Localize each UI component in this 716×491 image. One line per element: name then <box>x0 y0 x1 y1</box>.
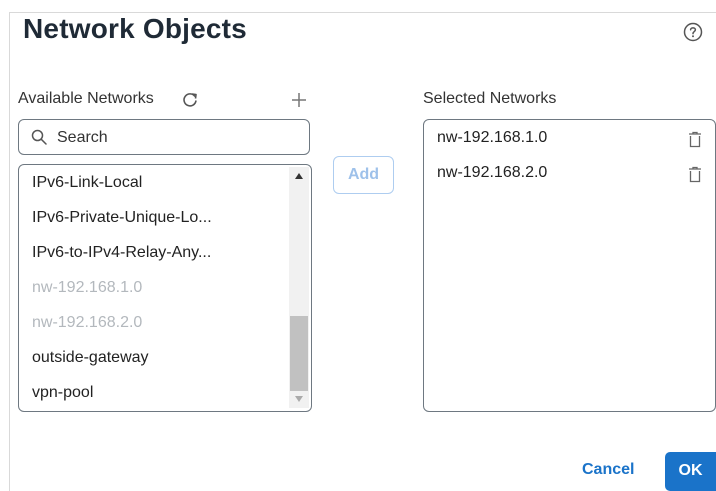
list-item-ipv6-private-unique[interactable]: IPv6-Private-Unique-Lo... <box>32 209 212 227</box>
list-item-nw-192-168-1-0: nw-192.168.1.0 <box>32 279 143 296</box>
trash-icon[interactable] <box>688 166 702 183</box>
ok-button[interactable]: OK <box>665 452 716 491</box>
scrollbar-thumb[interactable] <box>290 316 308 391</box>
search-input[interactable] <box>55 126 299 150</box>
help-circle-icon[interactable] <box>683 22 703 42</box>
list-item-ipv6-link-local[interactable]: IPv6-Link-Local <box>32 174 142 192</box>
dialog-title: Network Objects <box>23 13 247 44</box>
selected-networks-label: Selected Networks <box>423 90 557 107</box>
search-icon <box>31 129 47 145</box>
refresh-icon[interactable] <box>181 91 199 109</box>
list-item-vpn-pool[interactable]: vpn-pool <box>32 384 93 402</box>
selected-networks-list: nw-192.168.1.0 nw-192.168.2.0 <box>423 119 716 412</box>
selected-item-nw-192-168-1-0: nw-192.168.1.0 <box>437 129 548 146</box>
list-item-outside-gateway[interactable]: outside-gateway <box>32 349 149 367</box>
trash-icon[interactable] <box>688 131 702 148</box>
add-button[interactable]: Add <box>333 156 394 194</box>
list-item-nw-192-168-2-0: nw-192.168.2.0 <box>32 314 143 331</box>
dialog-left-border <box>9 12 10 491</box>
available-networks-list: IPv6-Link-Local IPv6-Private-Unique-Lo..… <box>18 164 312 412</box>
available-networks-label: Available Networks <box>18 90 154 107</box>
scroll-up-arrow-icon[interactable] <box>295 173 303 179</box>
scroll-down-arrow-icon[interactable] <box>295 396 303 402</box>
selected-item-nw-192-168-2-0: nw-192.168.2.0 <box>437 164 548 181</box>
search-box <box>18 119 310 155</box>
list-item-ipv6-to-ipv4-relay[interactable]: IPv6-to-IPv4-Relay-Any... <box>32 244 211 262</box>
cancel-button[interactable]: Cancel <box>582 461 634 479</box>
plus-icon[interactable] <box>291 92 307 108</box>
